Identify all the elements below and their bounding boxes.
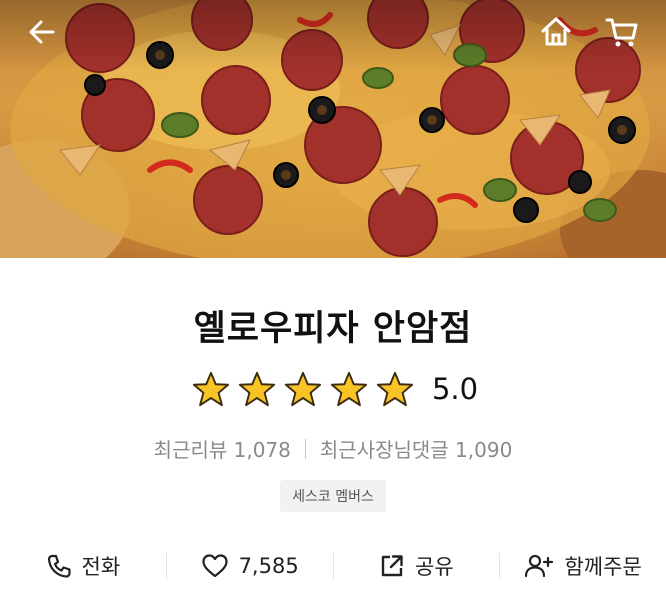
recent-reviews-link[interactable]: 최근리뷰 1,078 (154, 434, 291, 463)
star-icon (330, 371, 367, 407)
group-order-button[interactable]: 함께주문 (500, 551, 666, 581)
store-hero-image (0, 0, 666, 258)
arrow-left-icon (29, 20, 55, 44)
heart-icon (201, 554, 228, 578)
call-button[interactable]: 전화 (0, 551, 166, 581)
review-stats: 최근리뷰 1,078 최근사장님댓글 1,090 (0, 434, 666, 463)
recent-owner-comments-link[interactable]: 최근사장님댓글 1,090 (320, 434, 512, 463)
rating-row: 5.0 (0, 370, 666, 408)
action-bar: 전화 7,585 공유 함께주문 (0, 546, 666, 586)
store-info-panel: 옐로우피자 안암점 5.0 최근리뷰 1,078 최근사장님댓글 1,090 세… (0, 258, 666, 590)
store-detail-page: 옐로우피자 안암점 5.0 최근리뷰 1,078 최근사장님댓글 1,090 세… (0, 0, 666, 590)
phone-icon (47, 554, 71, 578)
star-icon (238, 371, 275, 407)
cart-button[interactable] (602, 12, 642, 52)
like-button[interactable]: 7,585 (167, 553, 333, 579)
star-icon (376, 371, 413, 407)
add-user-icon (525, 554, 554, 578)
back-button[interactable] (22, 12, 62, 52)
star-icon (192, 371, 229, 407)
store-name: 옐로우피자 안암점 (193, 309, 473, 349)
rating-value: 5.0 (431, 372, 479, 406)
group-order-label: 함께주문 (564, 555, 642, 579)
home-button[interactable] (536, 12, 576, 52)
cesco-members-badge: 세스코 멤버스 (280, 480, 386, 512)
divider (304, 438, 306, 459)
call-label: 전화 (81, 555, 121, 579)
share-label: 공유 (415, 555, 454, 579)
badge-row: 세스코 멤버스 (0, 480, 666, 512)
share-button[interactable]: 공유 (334, 551, 500, 581)
cart-icon (605, 18, 638, 47)
like-count: 7,585 (238, 554, 299, 578)
home-icon (541, 17, 571, 46)
share-icon (381, 555, 403, 577)
star-icon (284, 371, 321, 407)
